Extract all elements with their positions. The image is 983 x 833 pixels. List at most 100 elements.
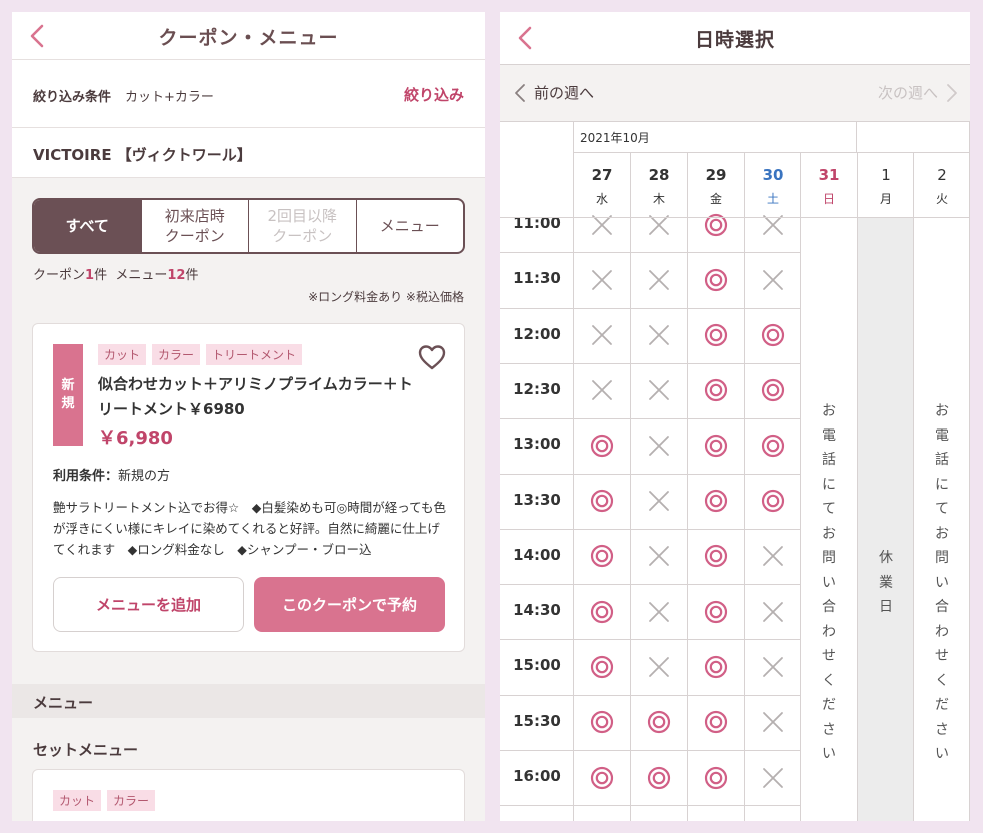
- available-slot[interactable]: [574, 474, 630, 529]
- unavailable-slot: [631, 529, 687, 584]
- favorite-heart-icon[interactable]: [418, 344, 446, 370]
- phone-inquiry-note: お 電 話 に て お 問 い 合 わ せ く だ さ い: [935, 403, 949, 762]
- grid-line: [573, 122, 574, 821]
- available-slot[interactable]: [574, 418, 630, 473]
- available-slot[interactable]: [688, 529, 744, 584]
- unavailable-slot: [631, 308, 687, 363]
- available-slot[interactable]: [688, 308, 744, 363]
- unavailable-slot: [745, 252, 801, 307]
- coupon-tags: カット カラー トリートメント: [98, 344, 303, 365]
- cross-icon: [649, 380, 669, 401]
- day-weekday: 金: [709, 192, 722, 206]
- time-label: 14:30: [513, 601, 561, 620]
- double-circle-icon: [647, 766, 671, 789]
- time-label: 15:00: [513, 656, 561, 675]
- available-slot[interactable]: [574, 584, 630, 639]
- grid-line: [500, 473, 801, 475]
- chevron-left-icon: [515, 83, 525, 102]
- grid-line: [500, 805, 801, 807]
- available-slot[interactable]: [688, 418, 744, 473]
- coupon-count: 1: [85, 268, 95, 283]
- prev-week-button[interactable]: 前の週へ: [514, 82, 594, 103]
- double-circle-icon: [704, 434, 728, 457]
- unavailable-slot: [631, 584, 687, 639]
- reserve-with-coupon-button[interactable]: このクーポンで予約: [254, 577, 445, 632]
- double-circle-icon: [590, 766, 614, 789]
- grid-line: [500, 694, 801, 696]
- available-slot[interactable]: [745, 474, 801, 529]
- coupon-description: 艶サラトリートメント込でお得☆ ◆白髪染めも可◎時間が経っても色が浮きにくい様に…: [53, 500, 446, 557]
- available-slot[interactable]: [688, 252, 744, 307]
- grid-line: [969, 122, 970, 821]
- set-menu-card[interactable]: カット カラー: [32, 769, 465, 821]
- grid-line: [500, 362, 801, 364]
- double-circle-icon: [704, 489, 728, 513]
- available-slot[interactable]: [631, 750, 687, 805]
- set-menu-title: セットメニュー: [33, 741, 139, 759]
- available-slot[interactable]: [745, 308, 801, 363]
- cross-icon: [763, 546, 783, 567]
- filter-label: 絞り込み条件: [33, 90, 112, 105]
- available-slot[interactable]: [574, 529, 630, 584]
- set-menu-tags: カット カラー: [53, 790, 156, 811]
- grid-line: [500, 584, 801, 586]
- tab-repeat-coupon: 2回目以降 クーポン: [248, 200, 356, 252]
- day-weekday: 火: [935, 192, 948, 206]
- coupon-count-label: クーポン: [33, 268, 86, 283]
- coupon-card: 新 規 カット カラー トリートメント 似合わせカット＋アリミノプライムカラー＋…: [32, 323, 465, 652]
- coupon-price: ￥6,980: [98, 428, 173, 449]
- filter-button[interactable]: 絞り込み: [404, 84, 464, 105]
- grid-line: [500, 418, 801, 420]
- double-circle-icon: [761, 323, 785, 347]
- day-number: 28: [648, 166, 670, 184]
- grid-line: [574, 152, 970, 153]
- available-slot[interactable]: [574, 750, 630, 805]
- available-slot[interactable]: [688, 474, 744, 529]
- day-header: 28 木: [631, 122, 687, 207]
- available-slot[interactable]: [688, 750, 744, 805]
- tab-first-visit-coupon[interactable]: 初来店時 クーポン: [140, 200, 249, 252]
- double-circle-icon: [704, 766, 728, 789]
- day-column-1-closed: [858, 217, 914, 821]
- add-menu-button[interactable]: メニューを追加: [53, 577, 244, 632]
- phone-inquiry-note: お 電 話 に て お 問 い 合 わ せ く だ さ い: [822, 403, 836, 762]
- day-number: 30: [762, 166, 784, 184]
- double-circle-icon: [647, 711, 671, 734]
- available-slot[interactable]: [688, 695, 744, 750]
- unavailable-slot: [631, 639, 687, 694]
- salon-name: VICTOIRE 【ヴィクトワール】: [33, 146, 252, 164]
- price-note: ※ロング料金あり ※税込価格: [308, 290, 464, 304]
- day-header: 27 水: [574, 122, 630, 207]
- day-weekday: 水: [595, 192, 608, 206]
- grid-line: [500, 528, 801, 530]
- available-slot[interactable]: [688, 584, 744, 639]
- available-slot[interactable]: [688, 363, 744, 418]
- cross-icon: [649, 546, 669, 567]
- available-slot[interactable]: [745, 363, 801, 418]
- day-header: 31 日: [801, 122, 857, 207]
- double-circle-icon: [704, 268, 728, 291]
- tab-all[interactable]: すべて: [34, 200, 141, 252]
- day-weekday: 土: [766, 192, 779, 206]
- day-number: 2: [937, 166, 947, 184]
- available-slot[interactable]: [574, 695, 630, 750]
- double-circle-icon: [590, 545, 614, 568]
- available-slot[interactable]: [631, 695, 687, 750]
- available-slot[interactable]: [745, 418, 801, 473]
- grid-line: [913, 152, 914, 821]
- cross-icon: [649, 325, 669, 345]
- tag-treatment: トリートメント: [206, 344, 303, 365]
- day-header: 30 土: [745, 122, 801, 207]
- available-slot[interactable]: [574, 639, 630, 694]
- cross-icon: [649, 269, 669, 290]
- double-circle-icon: [704, 379, 728, 402]
- coupon-menu-screen: クーポン・メニュー 絞り込み条件 カット+カラー 絞り込み VICTOIRE 【…: [12, 12, 485, 821]
- tab-menu[interactable]: メニュー: [355, 200, 464, 252]
- double-circle-icon: [590, 655, 614, 678]
- usage-condition: 利用条件：新規の方: [53, 465, 170, 484]
- double-circle-icon: [590, 600, 614, 623]
- cross-icon: [649, 435, 669, 456]
- available-slot[interactable]: [688, 639, 744, 694]
- double-circle-icon: [761, 489, 785, 513]
- double-circle-icon: [590, 434, 614, 457]
